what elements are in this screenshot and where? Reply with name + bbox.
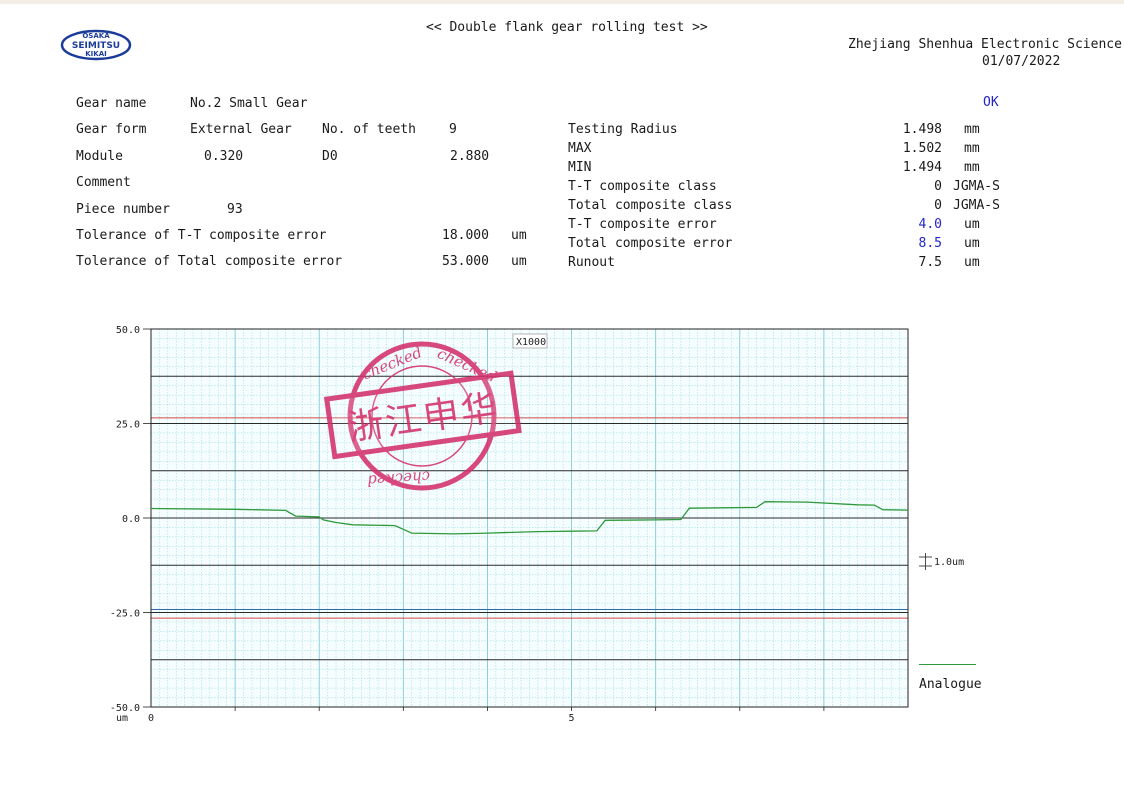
y-tick-label: 25.0 xyxy=(116,420,140,431)
scale-marker: 1.0um xyxy=(919,553,964,570)
y-tick-label: 0.0 xyxy=(122,514,140,525)
scale-marker-label: 1.0um xyxy=(934,557,964,568)
y-unit-label: um xyxy=(116,713,128,724)
checked-stamp: checked checked checked 浙江申华 xyxy=(323,341,522,491)
x-tick-label: 0 xyxy=(148,713,154,724)
x-tick-label: 5 xyxy=(569,713,575,724)
legend-line xyxy=(919,664,976,665)
x-axis-ticks: 05 xyxy=(148,707,825,724)
legend-label: Analogue xyxy=(919,677,982,692)
y-tick-label: -25.0 xyxy=(110,609,140,620)
report-page: OSAKA SEIMITSU KIKAI << Double flank gea… xyxy=(0,4,1124,798)
y-axis-ticks: 50.025.00.0-25.0-50.0um xyxy=(110,325,151,724)
y-tick-label: 50.0 xyxy=(116,325,140,336)
